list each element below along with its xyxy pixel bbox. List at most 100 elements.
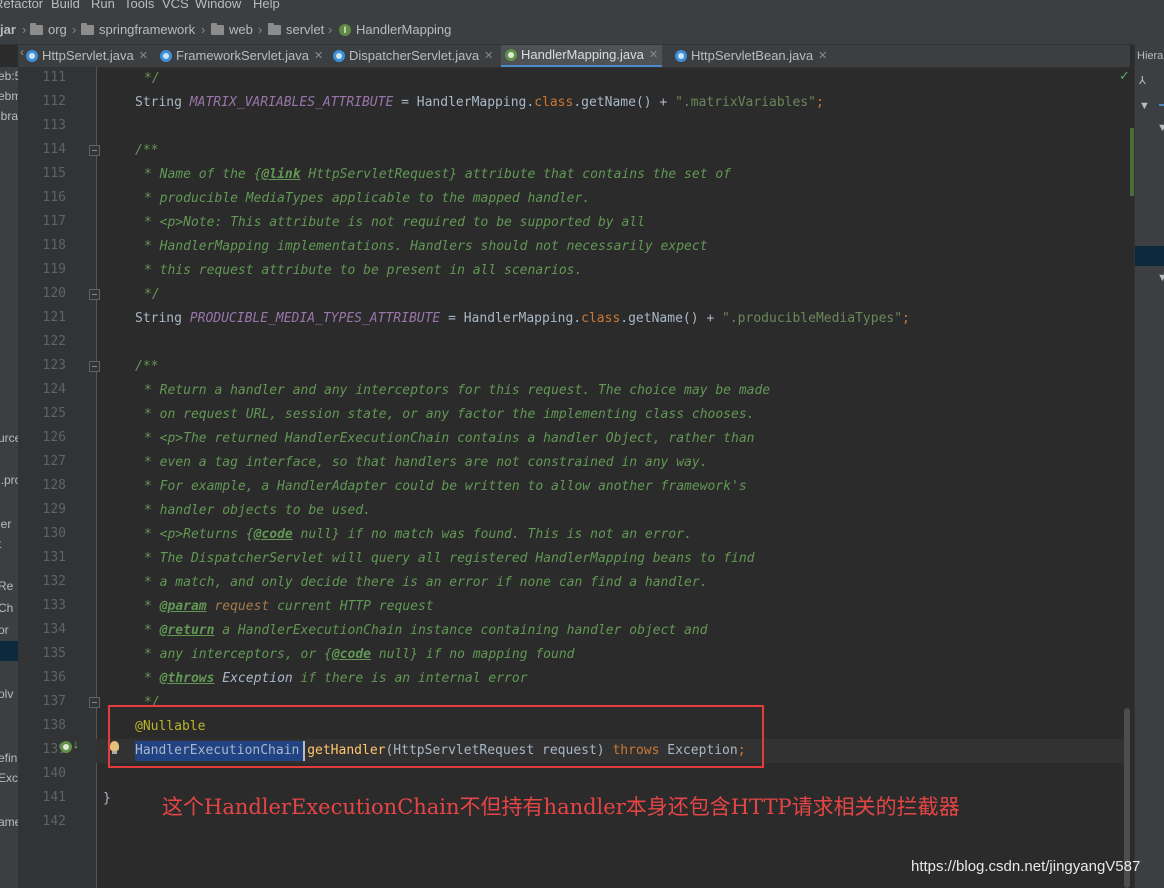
line-number: 118 bbox=[42, 238, 66, 253]
go-to-implementation-icon[interactable]: ↓ bbox=[73, 737, 79, 751]
line-number: 132 bbox=[42, 574, 66, 589]
close-icon[interactable]: ✕ bbox=[139, 45, 148, 67]
line-number: 131 bbox=[42, 550, 66, 565]
line-number: 117 bbox=[42, 214, 66, 229]
close-icon[interactable]: ✕ bbox=[818, 45, 827, 67]
editor-gutter[interactable]: 111 112 113 114 115 116 117 118 119 120 … bbox=[18, 67, 100, 888]
code-line-129: * handler objects to be used. bbox=[144, 503, 371, 518]
code-line-123: /** bbox=[135, 359, 159, 374]
code-line-126: * <p>The returned HandlerExecutionChain … bbox=[144, 431, 755, 446]
close-icon[interactable]: ✕ bbox=[484, 45, 493, 67]
inspection-ok-icon[interactable]: ✓ bbox=[1119, 68, 1130, 84]
annotation-text: 这个HandlerExecutionChain不但持有handler本身还包含H… bbox=[162, 795, 960, 819]
project-tree-item[interactable]: or bbox=[0, 623, 9, 637]
code-line-132: * a match, and only decide there is an e… bbox=[144, 575, 708, 590]
code-line-121: String PRODUCIBLE_MEDIA_TYPES_ATTRIBUTE … bbox=[135, 311, 910, 326]
menu-refactor[interactable]: Refactor bbox=[0, 0, 43, 11]
project-tree-item[interactable]: efin bbox=[0, 751, 17, 765]
line-number: 134 bbox=[42, 622, 66, 637]
code-line-134: * @return a HandlerExecutionChain instan… bbox=[144, 623, 708, 638]
project-tree-item[interactable]: t bbox=[0, 537, 1, 551]
tab-handlermapping[interactable]: HandlerMapping.java ✕ bbox=[501, 44, 663, 67]
code-line-131: * The DispatcherServlet will query all r… bbox=[144, 551, 755, 566]
class-icon bbox=[333, 50, 345, 62]
interface-icon bbox=[505, 49, 517, 61]
expand-arrow-icon[interactable]: ▼ bbox=[1157, 122, 1164, 134]
line-number: 121 bbox=[42, 310, 66, 325]
close-icon[interactable]: ✕ bbox=[314, 45, 323, 67]
line-number: 114 bbox=[42, 142, 66, 157]
code-line-127: * even a tag interface, so that handlers… bbox=[144, 455, 708, 470]
tab-httpservletbean[interactable]: HttpServletBean.java ✕ bbox=[675, 45, 827, 67]
project-tree-item[interactable]: Re bbox=[0, 579, 13, 593]
project-tree-item[interactable]: l.pro bbox=[0, 473, 18, 487]
code-line-112: String MATRIX_VARIABLES_ATTRIBUTE = Hand… bbox=[135, 95, 824, 110]
line-number: 111 bbox=[42, 70, 66, 85]
menu-build[interactable]: Build bbox=[51, 0, 80, 11]
code-line-118: * HandlerMapping implementations. Handle… bbox=[144, 239, 708, 254]
hierarchy-panel-title: Hierar bbox=[1137, 50, 1164, 62]
breadcrumb-org[interactable]: org bbox=[30, 22, 67, 37]
implementations-gutter-icon[interactable] bbox=[60, 741, 72, 753]
menu-tools[interactable]: Tools bbox=[124, 0, 154, 11]
folder-icon bbox=[81, 22, 94, 35]
expand-arrow-icon[interactable]: ▼ bbox=[1157, 272, 1164, 284]
project-tree-item[interactable]: ibra bbox=[0, 109, 18, 123]
line-number: 138 bbox=[42, 718, 66, 733]
breadcrumb-web[interactable]: web bbox=[211, 22, 253, 37]
tab-httpservlet[interactable]: HttpServlet.java ✕ bbox=[26, 45, 148, 67]
line-number: 130 bbox=[42, 526, 66, 541]
tab-frameworkservlet[interactable]: FrameworkServlet.java ✕ bbox=[160, 45, 323, 67]
tab-dispatcherservlet[interactable]: DispatcherServlet.java ✕ bbox=[333, 45, 493, 67]
code-line-115: * Name of the {@link HttpServletRequest}… bbox=[144, 167, 732, 182]
code-line-119: * this request attribute to be present i… bbox=[144, 263, 583, 278]
line-number: 126 bbox=[42, 430, 66, 445]
class-icon bbox=[26, 50, 38, 62]
breadcrumb-separator: › bbox=[328, 22, 333, 37]
line-number: 123 bbox=[42, 358, 66, 373]
breadcrumb-root[interactable]: jar bbox=[0, 22, 16, 37]
hierarchy-selection bbox=[1135, 246, 1164, 266]
code-line-117: * <p>Note: This attribute is not require… bbox=[144, 215, 645, 230]
class-icon bbox=[675, 50, 687, 62]
code-line-114: /** bbox=[135, 143, 159, 158]
menu-bar: Refactor Build Run Tools VCS Window Help bbox=[0, 0, 1164, 14]
menu-window[interactable]: Window bbox=[195, 0, 241, 11]
class-icon bbox=[160, 50, 172, 62]
project-tree-item[interactable]: eb:5 bbox=[0, 69, 18, 83]
project-tree-item[interactable]: ler bbox=[0, 517, 11, 531]
code-line-125: * on request URL, session state, or any … bbox=[144, 407, 755, 422]
code-line-135: * any interceptors, or {@code null} if n… bbox=[144, 647, 575, 662]
line-number: 119 bbox=[42, 262, 66, 277]
project-panel[interactable]: eb:5 ebm ibra urce l.pro ler t Re Ch or … bbox=[0, 67, 19, 888]
line-number: 140 bbox=[42, 766, 66, 781]
hierarchy-panel[interactable]: Hierar ⅄ ▼ ▼ ▼ bbox=[1134, 44, 1164, 888]
folder-icon bbox=[30, 22, 43, 35]
project-tree-item[interactable]: ame bbox=[0, 815, 18, 829]
breadcrumb-springframework[interactable]: springframework bbox=[81, 22, 195, 37]
breadcrumb-handlermapping[interactable]: I HandlerMapping bbox=[339, 22, 451, 37]
project-tree-item[interactable]: ebm bbox=[0, 89, 18, 103]
breadcrumb-servlet[interactable]: servlet bbox=[268, 22, 324, 37]
project-tree-item[interactable]: urce bbox=[0, 431, 18, 445]
folder-icon bbox=[268, 22, 281, 35]
expand-arrow-icon[interactable]: ▼ bbox=[1139, 100, 1150, 112]
line-number: 112 bbox=[42, 94, 66, 109]
project-tree-item[interactable]: olv bbox=[0, 687, 13, 701]
breadcrumb: jar › org › springframework › web › serv… bbox=[0, 14, 1164, 45]
menu-help[interactable]: Help bbox=[253, 0, 280, 11]
menu-run[interactable]: Run bbox=[91, 0, 115, 11]
close-icon[interactable]: ✕ bbox=[649, 44, 658, 66]
project-tree-item[interactable]: Exc bbox=[0, 771, 18, 785]
breadcrumb-separator: › bbox=[22, 22, 27, 37]
code-line-120: */ bbox=[144, 287, 160, 302]
watermark: https://blog.csdn.net/jingyangV587 bbox=[911, 858, 1141, 875]
menu-vcs[interactable]: VCS bbox=[162, 0, 189, 11]
project-tree-item[interactable]: Ch bbox=[0, 601, 13, 615]
editor-tab-bar: ‹ HttpServlet.java ✕ FrameworkServlet.jav… bbox=[18, 45, 1130, 68]
interface-icon: I bbox=[339, 23, 351, 36]
line-number: 122 bbox=[42, 334, 66, 349]
hierarchy-sort-icon[interactable]: ⅄ bbox=[1139, 74, 1146, 87]
tab-scroll-left-icon[interactable]: ‹ bbox=[20, 45, 24, 59]
line-number: 128 bbox=[42, 478, 66, 493]
